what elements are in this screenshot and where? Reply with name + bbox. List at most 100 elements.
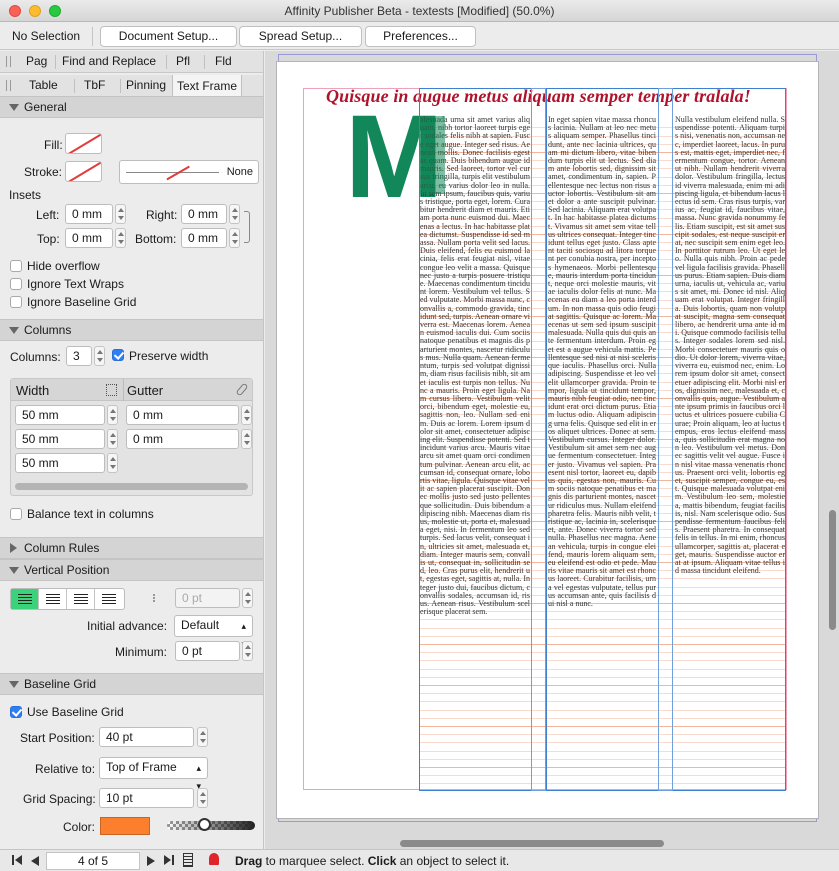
ignore-baseline-grid-checkbox[interactable] [10, 296, 22, 308]
justify-vertical-button[interactable] [95, 589, 123, 609]
grid-color-swatch[interactable] [100, 817, 150, 835]
section-general[interactable]: General [0, 96, 263, 118]
first-page-icon[interactable] [12, 855, 22, 865]
column-1-width-input[interactable]: 50 mm [15, 405, 105, 425]
balance-columns-checkbox[interactable] [10, 508, 22, 520]
tab-pinning[interactable]: Pinning [126, 78, 166, 92]
horizontal-scrollbar[interactable] [400, 840, 664, 847]
gutter-header: Gutter [127, 383, 164, 398]
stroke-swatch[interactable] [65, 161, 102, 182]
vertical-offset-stepper[interactable] [242, 588, 253, 608]
grid-spacing-input[interactable]: 10 pt [99, 788, 194, 808]
grid-spacing-label: Grid Spacing: [23, 792, 96, 806]
close-window-button[interactable] [9, 5, 21, 17]
section-column-rules[interactable]: Column Rules [0, 537, 263, 559]
panel-grip-icon[interactable] [6, 56, 11, 67]
start-position-input[interactable]: 40 pt [99, 727, 194, 747]
tab-table[interactable]: Table [29, 78, 58, 92]
inset-left-input[interactable]: 0 mm [65, 204, 113, 224]
equal-width-icon[interactable] [106, 384, 117, 396]
status-hint: Drag to marquee select. Click an object … [235, 854, 510, 868]
inset-right-stepper[interactable] [229, 204, 240, 224]
hide-overflow-checkbox[interactable] [10, 260, 22, 272]
stroke-style-selector[interactable]: None [119, 160, 259, 184]
tab-preflight[interactable]: Pfl [176, 54, 190, 68]
opacity-slider-track[interactable] [167, 818, 255, 831]
opacity-slider-handle[interactable] [198, 818, 211, 831]
panel-tabs-row-1: Pag Find and Replace Pfl Fld [0, 51, 263, 73]
width-header: Width [16, 383, 50, 398]
link-gutter-icon[interactable] [235, 382, 249, 397]
relative-to-select[interactable]: Top of Frame ▴ ▾ [99, 757, 208, 791]
columns-count-label: Columns: [10, 350, 61, 364]
stroke-line-preview [126, 172, 219, 173]
vertical-offset-input[interactable]: 0 pt [175, 588, 240, 608]
inset-bottom-stepper[interactable] [229, 228, 240, 248]
gutter-2-input[interactable]: 0 mm [126, 429, 239, 449]
start-position-label: Start Position: [20, 731, 95, 745]
previous-page-icon[interactable] [31, 856, 39, 866]
tab-table-format[interactable]: TbF [84, 78, 105, 92]
next-page-icon[interactable] [147, 856, 155, 866]
disclosure-triangle-icon [10, 543, 17, 553]
vertical-scrollbar[interactable] [829, 510, 836, 630]
tab-text-frame[interactable]: Text Frame [172, 75, 243, 97]
start-position-stepper[interactable] [197, 727, 208, 747]
align-top-button[interactable] [11, 589, 39, 609]
body-text-column-3[interactable]: Nulla vestibulum eleifend nulla. Suspend… [675, 116, 785, 716]
minimum-input[interactable]: 0 pt [175, 641, 240, 661]
preserve-width-checkbox[interactable] [112, 349, 124, 361]
minimum-stepper[interactable] [242, 641, 253, 661]
gutter-1-stepper[interactable] [241, 405, 252, 425]
columns-count-stepper[interactable] [94, 346, 105, 366]
body-text-column-2[interactable]: In eget sapien vitae massa rhoncus lacin… [548, 116, 656, 676]
column-2-width-input[interactable]: 50 mm [15, 429, 105, 449]
tab-fields[interactable]: Fld [215, 54, 232, 68]
align-center-button[interactable] [39, 589, 67, 609]
align-bottom-button[interactable] [67, 589, 95, 609]
use-baseline-grid-checkbox[interactable] [10, 706, 22, 718]
panel-tabs-row-2: Table TbF Pinning Text Frame [0, 75, 263, 97]
column-3-width-input[interactable]: 50 mm [15, 453, 105, 473]
relative-to-label: Relative to: [35, 762, 96, 776]
panel-grip-icon[interactable] [6, 80, 11, 91]
spread-setup-button[interactable]: Spread Setup... [239, 26, 362, 47]
section-baseline-grid[interactable]: Baseline Grid [0, 673, 263, 695]
fill-swatch[interactable] [65, 133, 102, 154]
notification-bell-icon[interactable] [209, 853, 219, 865]
initial-advance-select[interactable]: Default ▴▾ [174, 615, 253, 649]
column-gutter-guide [531, 88, 546, 791]
ignore-text-wraps-checkbox[interactable] [10, 278, 22, 290]
inset-left-stepper[interactable] [115, 204, 126, 224]
page-number-field[interactable]: 4 of 5 [46, 852, 140, 870]
document-setup-button[interactable]: Document Setup... [100, 26, 237, 47]
gutter-2-stepper[interactable] [241, 429, 252, 449]
offset-icon [153, 594, 155, 602]
maximize-window-button[interactable] [49, 5, 61, 17]
tab-find-replace[interactable]: Find and Replace [62, 54, 156, 68]
inset-right-input[interactable]: 0 mm [181, 204, 227, 224]
body-text-column-1[interactable]: alesuada urna sit amet varius aliquam, n… [420, 116, 530, 780]
columns-table-scrollbar[interactable] [15, 483, 248, 490]
tab-pages[interactable]: Pag [26, 54, 47, 68]
inset-right-label: Right: [146, 208, 178, 222]
gutter-1-input[interactable]: 0 mm [126, 405, 239, 425]
inset-top-stepper[interactable] [115, 228, 126, 248]
link-insets-icon[interactable] [244, 211, 250, 243]
section-vertical-position[interactable]: Vertical Position [0, 559, 263, 581]
column-1-width-stepper[interactable] [107, 405, 118, 425]
inset-bottom-input[interactable]: 0 mm [181, 228, 227, 248]
column-2-width-stepper[interactable] [107, 429, 118, 449]
section-columns[interactable]: Columns [0, 319, 263, 341]
inset-top-input[interactable]: 0 mm [65, 228, 113, 248]
disclosure-triangle-icon [9, 327, 19, 334]
stroke-style-value: None [226, 166, 253, 178]
grid-spacing-stepper[interactable] [197, 788, 208, 808]
minimize-window-button[interactable] [29, 5, 41, 17]
preferences-button[interactable]: Preferences... [365, 26, 476, 47]
last-page-icon[interactable] [164, 855, 174, 865]
hide-overflow-label: Hide overflow [27, 259, 100, 273]
column-3-width-stepper[interactable] [107, 453, 118, 473]
page-list-icon[interactable] [183, 853, 193, 867]
columns-count-input[interactable]: 3 [66, 346, 92, 366]
